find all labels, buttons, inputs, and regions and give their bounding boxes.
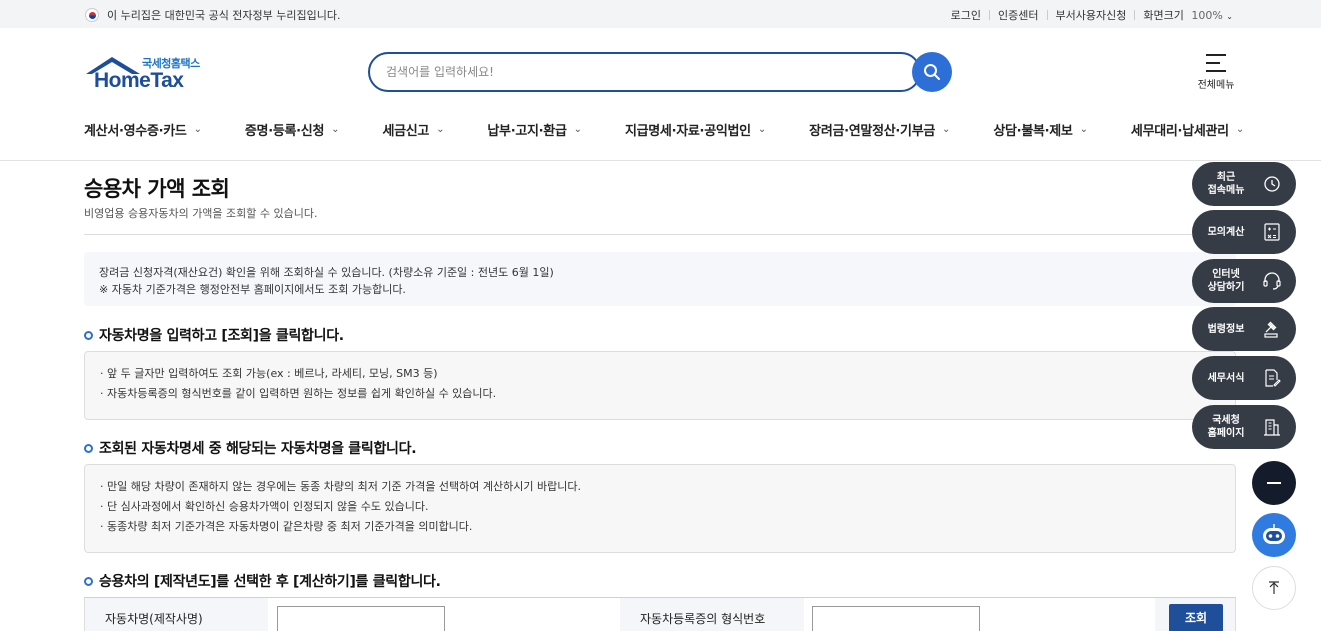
type-no-input[interactable]	[812, 606, 980, 631]
chevron-down-icon: ⌄	[942, 123, 951, 135]
calculator-icon	[1260, 220, 1284, 244]
search-icon	[924, 64, 940, 80]
quick-tax-forms[interactable]: 세무서식	[1192, 356, 1296, 400]
zoom-value: 100%	[1191, 9, 1223, 22]
divider	[1134, 10, 1136, 20]
clock-icon	[1260, 172, 1284, 196]
search-form-row: 자동차명(제작사명) 자동차등록증의 형식번호 조회	[84, 597, 1236, 631]
chevron-down-icon: ⌄	[757, 123, 766, 135]
search-button[interactable]	[912, 52, 952, 92]
section-heading-step2: 조회된 자동차명세 중 해당되는 자동차명을 클릭합니다.	[84, 438, 417, 458]
section-heading-step3: 승용차의 [제작년도]를 선택한 후 [계산하기]를 클릭합니다.	[84, 571, 441, 591]
nav-item-payment[interactable]: 납부·고지·환급 ⌄	[487, 118, 582, 140]
page-title: 승용차 가액 조회	[84, 177, 230, 201]
building-icon	[1260, 415, 1284, 439]
notice-line: 장려금 신청자격(재산요건) 확인을 위해 조회하실 수 있습니다. (차량소유…	[99, 266, 554, 279]
guide-bullet: · 동종차량 최저 기준가격은 자동차명이 같은차량 중 최저 기준가격을 의미…	[100, 520, 473, 533]
cert-center-link[interactable]: 인증센터	[998, 7, 1038, 23]
chevron-down-icon: ⌄	[331, 123, 340, 135]
search-box	[368, 52, 921, 92]
search-car-button[interactable]: 조회	[1169, 604, 1223, 631]
quick-label-counsel: 인터넷 상담하기	[1207, 269, 1245, 293]
quick-online-counsel[interactable]: 인터넷 상담하기	[1192, 259, 1296, 303]
dept-user-link[interactable]: 부서사용자신청	[1056, 7, 1127, 23]
divider	[1046, 10, 1048, 20]
chevron-down-icon: ⌄	[436, 123, 445, 135]
zoom-control[interactable]: 화면크기 100% ⌄	[1143, 7, 1233, 23]
guide-bullet: · 단 심사과정에서 확인하신 승용차가액이 인정되지 않을 수도 있습니다.	[100, 500, 429, 513]
chevron-down-icon: ⌄	[193, 123, 202, 135]
nav-item-incentive[interactable]: 장려금·연말정산·기부금 ⌄	[809, 118, 950, 140]
main-nav: 계산서·영수증·카드 ⌄ 증명·등록·신청 ⌄ 세금신고 ⌄ 납부·고지·환급 ⌄ 지급…	[84, 118, 1244, 140]
quick-nts-home[interactable]: 국세청 홈페이지	[1192, 405, 1296, 449]
quick-label-forms: 세무서식	[1207, 372, 1245, 384]
section-heading-step1: 자동차명을 입력하고 [조회]을 클릭합니다.	[84, 325, 344, 345]
guide-box-step1: · 앞 두 글자만 입력하여도 조회 가능(ex : 베르나, 라세티, 모닝,…	[84, 351, 1236, 420]
divider	[0, 160, 1321, 161]
document-edit-icon	[1260, 366, 1284, 390]
quick-law-info[interactable]: 법령정보	[1192, 307, 1296, 351]
guide-box-step2: · 만일 해당 차량이 존재하지 않는 경우에는 동종 차량의 최저 기준 가격…	[84, 464, 1236, 553]
all-menu-button[interactable]: 전체메뉴	[1193, 52, 1239, 91]
quick-label-law: 법령정보	[1207, 323, 1245, 335]
guide-bullet: · 만일 해당 차량이 존재하지 않는 경우에는 동종 차량의 최저 기준 가격…	[100, 480, 581, 493]
korea-flag-icon	[85, 8, 99, 22]
search-input[interactable]	[370, 54, 919, 90]
quick-recent-menu[interactable]: 최근 접속메뉴	[1192, 162, 1296, 206]
divider	[989, 10, 991, 20]
car-name-input[interactable]	[277, 606, 445, 631]
chevron-down-icon: ⌄	[1079, 123, 1088, 135]
nav-item-certificate[interactable]: 증명·등록·신청 ⌄	[245, 118, 340, 140]
bullet-circle-icon	[84, 330, 93, 340]
nav-item-tax-return[interactable]: 세금신고 ⌄	[382, 118, 444, 140]
type-no-label: 자동차등록증의 형식번호	[620, 598, 804, 631]
quick-label-nts: 국세청 홈페이지	[1207, 415, 1245, 439]
login-link[interactable]: 로그인	[951, 7, 981, 23]
hometax-logo[interactable]: 국세청홈택스 HomeTax	[84, 52, 209, 94]
info-notice: 장려금 신청자격(재산요건) 확인을 위해 조회하실 수 있습니다. (차량소유…	[84, 252, 1236, 306]
gov-banner-bar: 이 누리집은 대한민국 공식 전자정부 누리집입니다. 로그인 인증센터 부서사…	[0, 0, 1321, 28]
quick-simulation[interactable]: 모의계산	[1192, 210, 1296, 254]
nav-item-counsel[interactable]: 상담·불복·제보 ⌄	[993, 118, 1088, 140]
chatbot-robot-icon	[1263, 524, 1285, 544]
page-description: 비영업용 승용자동차의 가액을 조회할 수 있습니다.	[84, 207, 318, 220]
divider	[84, 234, 1236, 235]
zoom-label: 화면크기	[1143, 9, 1184, 22]
chevron-down-icon: ⌄	[1235, 123, 1244, 135]
gov-notice: 이 누리집은 대한민국 공식 전자정부 누리집입니다.	[85, 7, 341, 23]
chevron-down-icon: ⌄	[573, 123, 582, 135]
quick-label-recent: 최근 접속메뉴	[1207, 172, 1245, 196]
guide-bullet: · 자동차등록증의 형식번호를 같이 입력하면 원하는 정보를 쉽게 확인하실 …	[100, 387, 497, 400]
all-menu-label: 전체메뉴	[1197, 80, 1235, 91]
headset-icon	[1260, 269, 1284, 293]
nav-item-statements[interactable]: 지급명세·자료·공익법인 ⌄	[625, 118, 766, 140]
car-name-label: 자동차명(제작사명)	[85, 598, 268, 631]
chatbot-button[interactable]	[1252, 513, 1296, 557]
quick-label-simulation: 모의계산	[1207, 226, 1245, 238]
nav-item-invoice[interactable]: 계산서·영수증·카드 ⌄	[84, 118, 202, 140]
scroll-top-button[interactable]	[1252, 566, 1296, 610]
nav-item-agent[interactable]: 세무대리·납세관리 ⌄	[1131, 118, 1244, 140]
guide-bullet: · 앞 두 글자만 입력하여도 조회 가능(ex : 베르나, 라세티, 모닝,…	[100, 367, 438, 380]
notice-line: ※ 자동차 기준가격은 행정안전부 홈페이지에서도 조회 가능합니다.	[99, 283, 406, 296]
utility-links: 로그인 인증센터 부서사용자신청 화면크기 100% ⌄	[951, 7, 1233, 23]
gavel-icon	[1260, 317, 1284, 341]
gov-notice-text: 이 누리집은 대한민국 공식 전자정부 누리집입니다.	[107, 9, 341, 22]
hamburger-icon	[1206, 54, 1226, 72]
logo-text: HomeTax	[94, 69, 184, 92]
minus-icon	[1267, 482, 1281, 484]
bullet-circle-icon	[84, 443, 93, 453]
chevron-down-icon: ⌄	[1226, 12, 1233, 21]
bullet-circle-icon	[84, 576, 93, 586]
arrow-up-icon	[1269, 581, 1279, 594]
collapse-quick-button[interactable]	[1252, 461, 1296, 505]
